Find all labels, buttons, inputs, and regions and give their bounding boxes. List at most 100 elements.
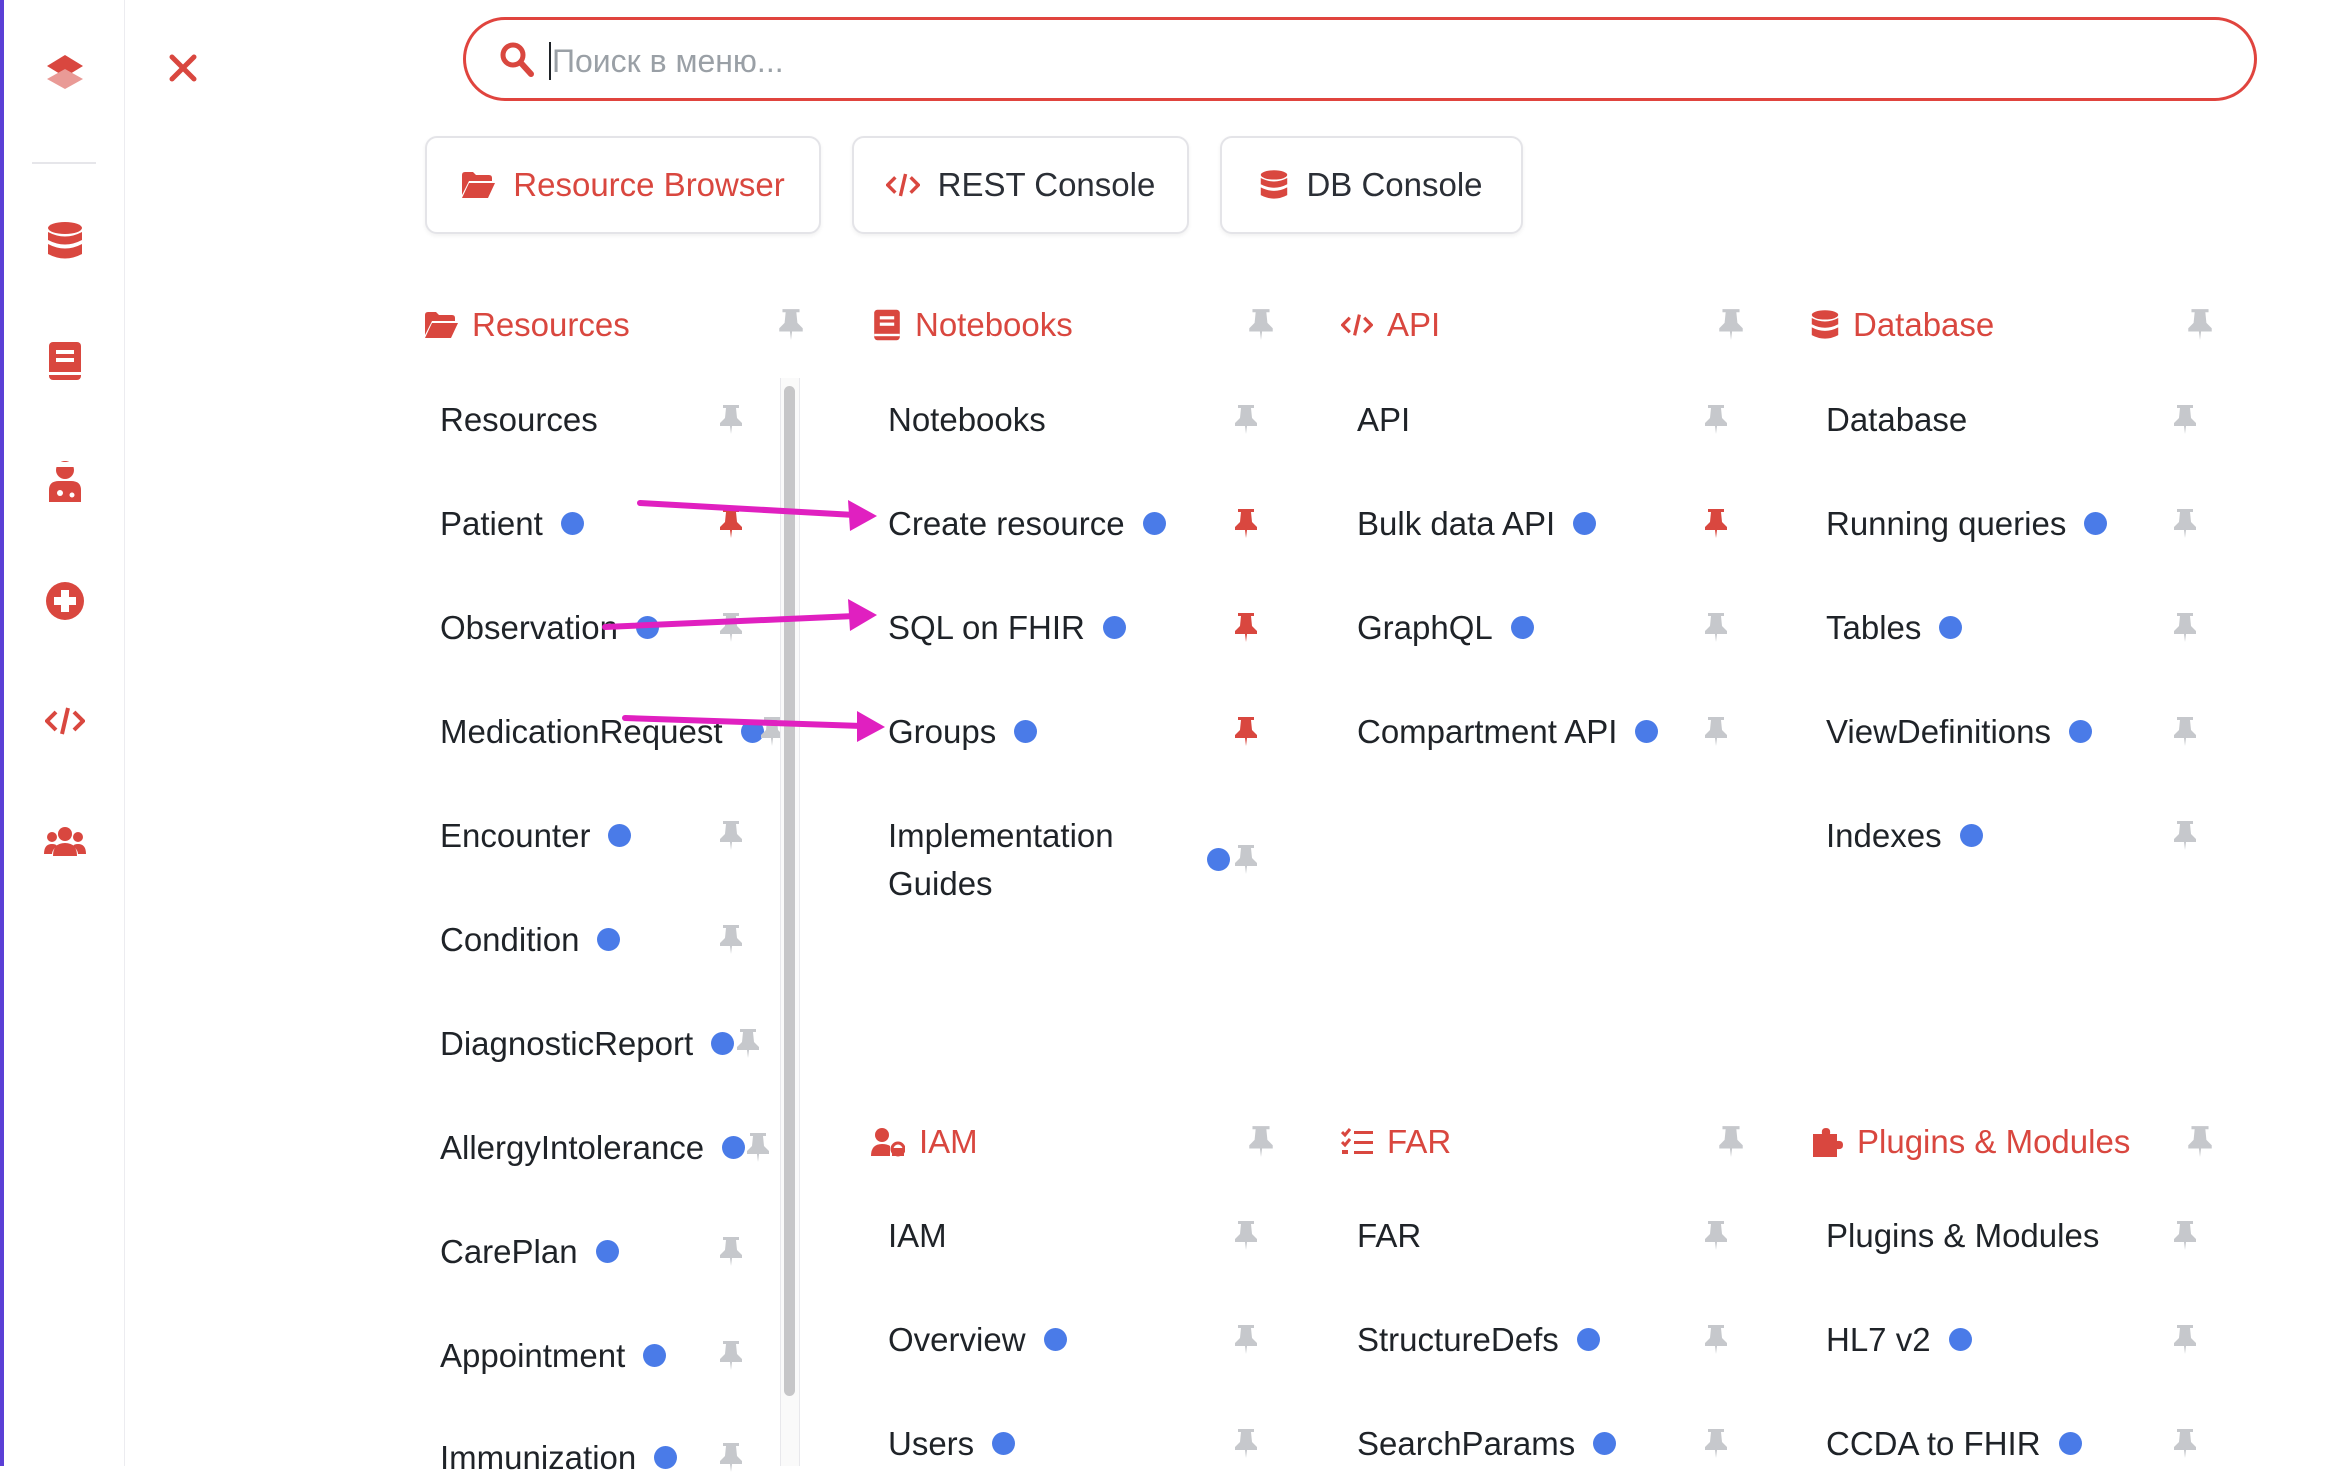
menu-item-create-resource[interactable]: Create resource — [888, 500, 1166, 548]
new-indicator-dot — [597, 927, 621, 951]
section-pin-icon[interactable] — [776, 307, 806, 341]
pin-icon[interactable] — [1701, 1426, 1731, 1460]
menu-item-careplan[interactable]: CarePlan — [440, 1228, 619, 1276]
menu-item-allergyintolerance[interactable]: AllergyIntolerance — [440, 1124, 746, 1172]
menu-item-plugins-modules[interactable]: Plugins & Modules — [1826, 1212, 2099, 1260]
pin-icon[interactable] — [1231, 1426, 1261, 1460]
menu-item-immunization[interactable]: Immunization — [440, 1434, 678, 1482]
section-pin-icon[interactable] — [2185, 1124, 2215, 1158]
section-header-resources[interactable]: Resources — [424, 303, 630, 347]
menu-item-encounter[interactable]: Encounter — [440, 812, 632, 860]
menu-item-graphql[interactable]: GraphQL — [1357, 604, 1534, 652]
section-pin-icon[interactable] — [2185, 307, 2215, 341]
menu-item-database[interactable]: Database — [1826, 396, 1967, 444]
pin-icon[interactable] — [716, 1338, 746, 1372]
section-header-database[interactable]: Database — [1811, 303, 1994, 347]
pin-icon[interactable] — [716, 402, 746, 436]
section-header-notebooks[interactable]: Notebooks — [873, 303, 1073, 347]
menu-item-compartment-api[interactable]: Compartment API — [1357, 708, 1659, 756]
menu-item-medicationrequest[interactable]: MedicationRequest — [440, 708, 764, 756]
new-indicator-dot — [2069, 719, 2093, 743]
pin-icon[interactable] — [1231, 842, 1261, 876]
pin-icon-pinned[interactable] — [1231, 610, 1261, 644]
menu-item-far[interactable]: FAR — [1357, 1212, 1421, 1260]
section-header-api[interactable]: API — [1341, 303, 1440, 347]
pin-icon[interactable] — [1701, 714, 1731, 748]
menu-item-ccda-to-fhir[interactable]: CCDA to FHIR — [1826, 1420, 2082, 1468]
menu-item-hl7-v2[interactable]: HL7 v2 — [1826, 1316, 1972, 1364]
menu-item-sql-on-fhir[interactable]: SQL on FHIR — [888, 604, 1126, 652]
database-icon[interactable] — [42, 218, 88, 264]
search-input[interactable] — [552, 38, 2152, 84]
menu-item-structuredefs[interactable]: StructureDefs — [1357, 1316, 1600, 1364]
pin-icon[interactable] — [2170, 714, 2200, 748]
pin-icon[interactable] — [2170, 1426, 2200, 1460]
db-console-button[interactable]: DB Console — [1220, 136, 1523, 234]
menu-item-appointment[interactable]: Appointment — [440, 1332, 667, 1380]
medical-plus-icon[interactable] — [42, 578, 88, 624]
section-pin-icon[interactable] — [1716, 1124, 1746, 1158]
menu-item-groups[interactable]: Groups — [888, 708, 1038, 756]
pin-icon[interactable] — [716, 922, 746, 956]
menu-item-viewdefinitions[interactable]: ViewDefinitions — [1826, 708, 2093, 756]
menu-item-notebooks[interactable]: Notebooks — [888, 396, 1046, 444]
pin-icon[interactable] — [2170, 610, 2200, 644]
pin-icon[interactable] — [1231, 1218, 1261, 1252]
pin-icon[interactable] — [743, 1130, 773, 1164]
section-title: Resources — [472, 306, 630, 343]
pin-icon[interactable] — [716, 1234, 746, 1268]
pin-icon[interactable] — [1231, 1322, 1261, 1356]
menu-item-observation[interactable]: Observation — [440, 604, 659, 652]
menu-item-overview[interactable]: Overview — [888, 1316, 1067, 1364]
resources-scrollbar-thumb[interactable] — [784, 386, 795, 1396]
menu-item-patient[interactable]: Patient — [440, 500, 584, 548]
pin-icon-pinned[interactable] — [1231, 506, 1261, 540]
menu-item-running-queries[interactable]: Running queries — [1826, 500, 2108, 548]
menu-item-api[interactable]: API — [1357, 396, 1410, 444]
pin-icon[interactable] — [2170, 506, 2200, 540]
new-indicator-dot — [1939, 615, 1963, 639]
pin-icon[interactable] — [2170, 1322, 2200, 1356]
menu-item-implementation-guides[interactable]: Implementation Guides — [888, 812, 1168, 908]
section-pin-icon[interactable] — [1716, 307, 1746, 341]
pin-icon-pinned[interactable] — [1701, 506, 1731, 540]
menu-item-resources[interactable]: Resources — [440, 396, 598, 444]
section-header-far[interactable]: FAR — [1341, 1120, 1451, 1164]
resource-browser-button[interactable]: Resource Browser — [425, 136, 821, 234]
pin-icon[interactable] — [1701, 610, 1731, 644]
pin-icon[interactable] — [1701, 1322, 1731, 1356]
menu-item-condition[interactable]: Condition — [440, 916, 621, 964]
pin-icon[interactable] — [716, 610, 746, 644]
section-header-plugins[interactable]: Plugins & Modules — [1811, 1120, 2130, 1164]
rest-console-button[interactable]: REST Console — [852, 136, 1189, 234]
pin-icon[interactable] — [716, 1440, 746, 1474]
notebook-icon[interactable] — [42, 338, 88, 384]
section-pin-icon[interactable] — [1246, 307, 1276, 341]
menu-search-box[interactable] — [463, 17, 2257, 101]
new-indicator-dot — [2084, 511, 2108, 535]
users-icon[interactable] — [42, 818, 88, 864]
pin-icon[interactable] — [2170, 1218, 2200, 1252]
pin-icon[interactable] — [1701, 402, 1731, 436]
menu-item-searchparams[interactable]: SearchParams — [1357, 1420, 1617, 1468]
pin-icon[interactable] — [733, 1026, 763, 1060]
pin-icon[interactable] — [1701, 1218, 1731, 1252]
section-pin-icon[interactable] — [1246, 1124, 1276, 1158]
section-header-iam[interactable]: IAM — [871, 1120, 978, 1164]
menu-item-indexes[interactable]: Indexes — [1826, 812, 1983, 860]
menu-item-users[interactable]: Users — [888, 1420, 1016, 1468]
menu-item-iam[interactable]: IAM — [888, 1212, 947, 1260]
doctor-icon[interactable] — [42, 458, 88, 504]
pin-icon[interactable] — [2170, 402, 2200, 436]
pin-icon-pinned[interactable] — [1231, 714, 1261, 748]
pin-icon[interactable] — [2170, 818, 2200, 852]
code-icon[interactable] — [42, 698, 88, 744]
pin-icon-pinned[interactable] — [716, 506, 746, 540]
pin-icon[interactable] — [716, 818, 746, 852]
menu-item-bulk-data-api[interactable]: Bulk data API — [1357, 500, 1597, 548]
layers-icon[interactable] — [42, 48, 88, 94]
menu-item-diagnosticreport[interactable]: DiagnosticReport — [440, 1020, 735, 1068]
pin-icon[interactable] — [1231, 402, 1261, 436]
menu-item-tables[interactable]: Tables — [1826, 604, 1963, 652]
close-menu-button[interactable] — [160, 45, 206, 91]
